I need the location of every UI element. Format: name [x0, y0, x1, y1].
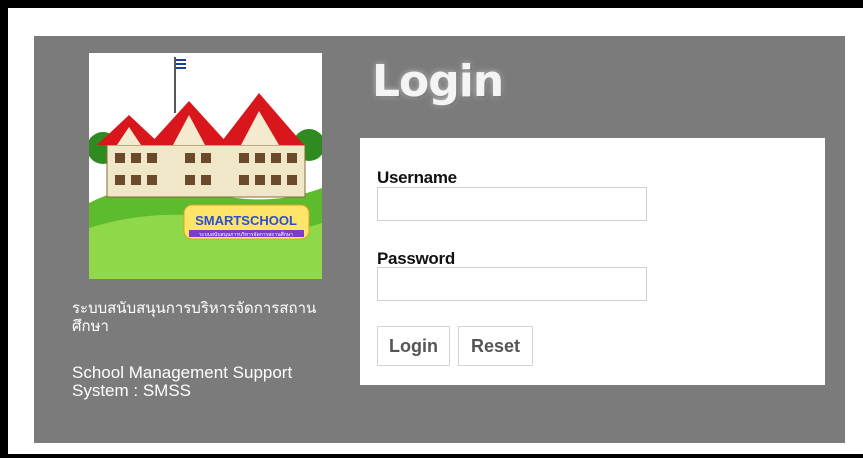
- school-logo: SMARTSCHOOL ระบบสนับสนุนการบริหารจัดการส…: [89, 53, 322, 279]
- login-form: Username Password Login Reset: [360, 138, 825, 385]
- login-title: Login: [372, 56, 504, 107]
- reset-button[interactable]: Reset: [458, 326, 533, 366]
- password-input[interactable]: [377, 267, 647, 301]
- username-label: Username: [377, 168, 457, 187]
- system-caption-english: School Management Support System : SMSS: [72, 363, 293, 400]
- login-panel: SMARTSCHOOL ระบบสนับสนุนการบริหารจัดการส…: [34, 36, 845, 443]
- school-building-illustration: SMARTSCHOOL ระบบสนับสนุนการบริหารจัดการส…: [89, 53, 322, 279]
- system-caption-thai: ระบบสนับสนุนการบริหารจัดการสถานศึกษา: [72, 300, 317, 335]
- logo-badge-subtext: ระบบสนับสนุนการบริหารจัดการสถานศึกษา: [199, 231, 293, 238]
- password-label: Password: [377, 249, 455, 268]
- username-input[interactable]: [377, 187, 647, 221]
- logo-badge-text: SMARTSCHOOL: [195, 213, 297, 228]
- login-button[interactable]: Login: [377, 326, 450, 366]
- page-frame: SMARTSCHOOL ระบบสนับสนุนการบริหารจัดการส…: [0, 0, 863, 458]
